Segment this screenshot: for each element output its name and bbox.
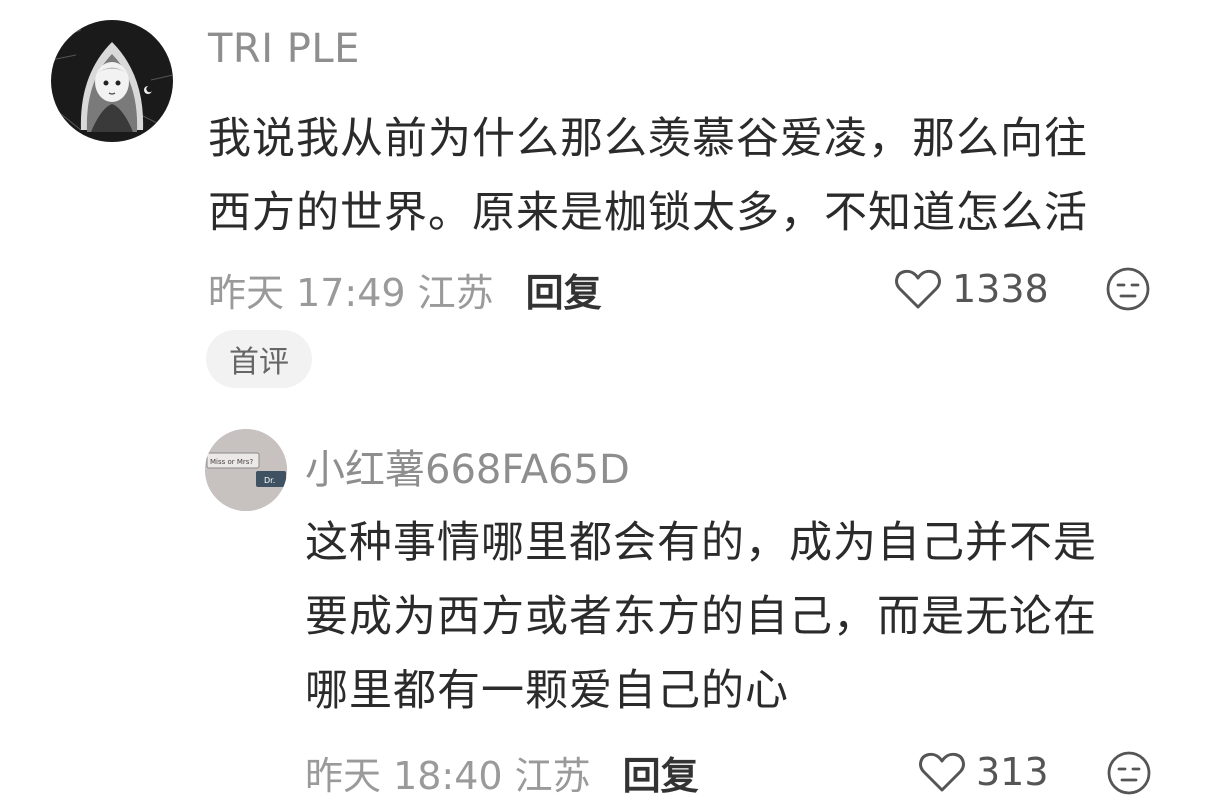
dislike-button[interactable] xyxy=(1105,266,1151,316)
time-location: 昨天 18:40 江苏 xyxy=(305,753,591,798)
comment-meta: 昨天 18:40 江苏 回复 xyxy=(305,745,699,799)
miss-or-mrs-avatar-icon: Miss or Mrs? Dr. xyxy=(205,429,287,511)
heart-outline-icon xyxy=(919,752,965,792)
comment-text-line: 要成为西方或者东方的自己，而是无论在 xyxy=(305,592,1097,642)
avatar[interactable]: Miss or Mrs? Dr. xyxy=(205,429,287,511)
avatar-text: Dr. xyxy=(264,476,275,485)
username[interactable]: TRI PLE xyxy=(208,26,360,72)
like-button[interactable]: 1338 xyxy=(894,262,1049,316)
comment-text-line: 我说我从前为什么那么羡慕谷爱凌，那么向往 xyxy=(208,114,1088,164)
reply-button[interactable]: 回复 xyxy=(623,745,699,800)
comment-text: 这种事情哪里都会有的，成为自己并不是 要成为西方或者东方的自己，而是无论在 哪里… xyxy=(305,506,1097,728)
unhappy-face-icon xyxy=(1106,267,1150,311)
like-button[interactable]: 313 xyxy=(918,745,1049,799)
avatar[interactable] xyxy=(51,20,173,142)
first-comment-badge: 首评 xyxy=(206,330,312,388)
username[interactable]: 小红薯668FA65D xyxy=(305,437,630,495)
like-count: 313 xyxy=(976,750,1049,794)
comment-meta: 昨天 17:49 江苏 回复 xyxy=(208,262,602,316)
unhappy-face-icon xyxy=(1107,751,1151,795)
avatar-text: Miss or Mrs? xyxy=(210,458,253,466)
dislike-button[interactable] xyxy=(1106,750,1152,800)
hooded-girl-avatar-icon xyxy=(51,20,173,142)
comment-text-line: 哪里都有一颗爱自己的心 xyxy=(305,666,789,716)
time-location: 昨天 17:49 江苏 xyxy=(208,270,494,315)
comment-text-line: 这种事情哪里都会有的，成为自己并不是 xyxy=(305,518,1097,568)
comment-text-line: 西方的世界。原来是枷锁太多，不知道怎么活 xyxy=(208,188,1088,238)
like-count: 1338 xyxy=(952,267,1049,311)
reply-button[interactable]: 回复 xyxy=(526,262,602,317)
heart-outline-icon xyxy=(895,269,941,309)
comment-text: 我说我从前为什么那么羡慕谷爱凌，那么向往 西方的世界。原来是枷锁太多，不知道怎么… xyxy=(208,102,1088,250)
